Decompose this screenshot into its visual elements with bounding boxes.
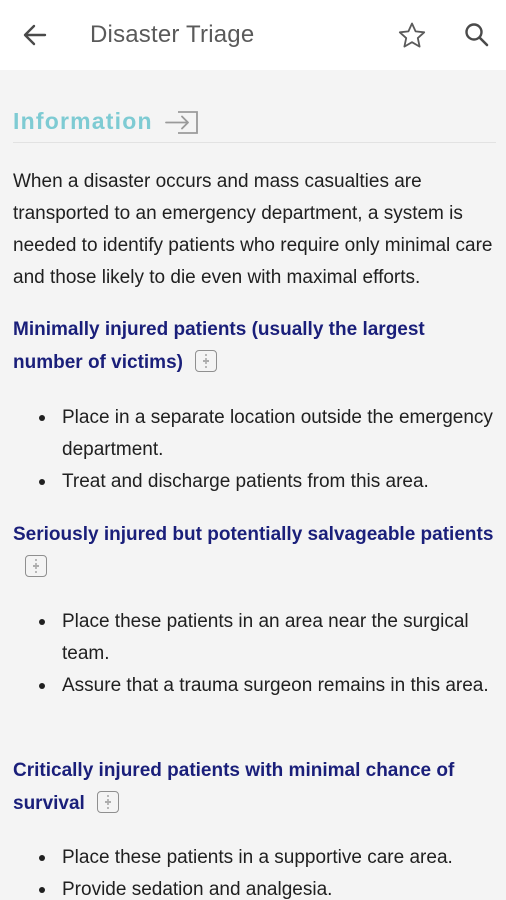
list-item: Treat and discharge patients from this a… bbox=[0, 466, 506, 498]
app-bar: Disaster Triage bbox=[0, 0, 506, 70]
content-area[interactable]: Information When a disaster occurs and m… bbox=[0, 70, 506, 900]
group-heading: Critically injured patients with minimal… bbox=[13, 754, 498, 820]
group-heading: Minimally injured patients (usually the … bbox=[13, 313, 498, 379]
bullet-list: Place these patients in an area near the… bbox=[0, 606, 506, 702]
expand-icon[interactable] bbox=[96, 790, 119, 813]
arrow-left-icon[interactable] bbox=[20, 20, 50, 50]
group-heading-text: Critically injured patients with minimal… bbox=[13, 760, 455, 814]
list-item: Place these patients in an area near the… bbox=[0, 606, 506, 670]
bullet-dot bbox=[39, 479, 45, 485]
section-title: Information bbox=[13, 108, 153, 134]
expand-icon[interactable] bbox=[25, 554, 47, 577]
list-item-text: Place these patients in an area near the… bbox=[62, 611, 469, 664]
list-item-text: Assure that a trauma surgeon remains in … bbox=[62, 675, 489, 696]
group-heading: Seriously injured but potentially salvag… bbox=[13, 518, 498, 584]
list-item-text: Place in a separate location outside the… bbox=[62, 407, 493, 460]
list-item-text: Place these patients in a supportive car… bbox=[62, 847, 453, 868]
star-outline-icon[interactable] bbox=[396, 20, 428, 52]
list-item-text: Treat and discharge patients from this a… bbox=[62, 471, 429, 492]
bullet-dot bbox=[39, 855, 45, 861]
intro-paragraph: When a disaster occurs and mass casualti… bbox=[13, 171, 493, 288]
group-heading-text: Minimally injured patients (usually the … bbox=[13, 319, 425, 373]
search-icon[interactable] bbox=[462, 20, 492, 50]
enter-icon[interactable] bbox=[164, 109, 200, 135]
page-title: Disaster Triage bbox=[90, 21, 255, 48]
app-screen: Disaster Triage Information When a disas… bbox=[0, 0, 506, 900]
bullet-dot bbox=[39, 887, 45, 893]
bullet-dot bbox=[39, 683, 45, 689]
group-heading-text: Seriously injured but potentially salvag… bbox=[13, 524, 494, 545]
expand-icon[interactable] bbox=[194, 349, 217, 372]
list-item: Place in a separate location outside the… bbox=[0, 402, 506, 466]
bullet-dot bbox=[39, 619, 45, 625]
list-item: Assure that a trauma surgeon remains in … bbox=[0, 670, 506, 702]
section-header: Information bbox=[13, 108, 496, 143]
list-item-text: Provide sedation and analgesia. bbox=[62, 879, 333, 900]
bullet-dot bbox=[39, 415, 45, 421]
bullet-list: Place in a separate location outside the… bbox=[0, 402, 506, 498]
list-item: Place these patients in a supportive car… bbox=[0, 842, 506, 874]
list-item: Provide sedation and analgesia. bbox=[0, 874, 506, 900]
bullet-list: Place these patients in a supportive car… bbox=[0, 842, 506, 900]
